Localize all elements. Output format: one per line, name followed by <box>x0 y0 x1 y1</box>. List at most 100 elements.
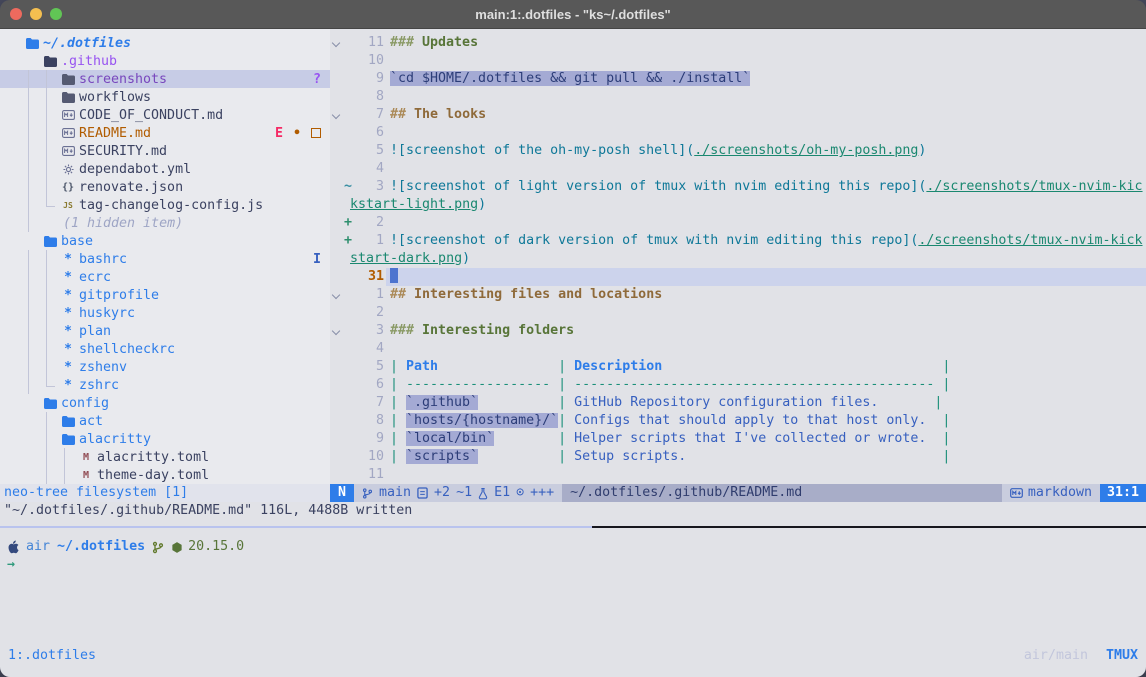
line-number: 11 <box>354 466 384 484</box>
editor-line[interactable]: 1## Interesting files and locations <box>330 286 1146 304</box>
editor-text: | ------------------ | -----------------… <box>386 376 1146 394</box>
indent-guide <box>24 358 42 376</box>
tree-item-alacritty-toml[interactable]: Malacritty.toml <box>0 448 330 466</box>
tree-item-readme-md[interactable]: README.mdE• <box>0 124 330 142</box>
shell-pane[interactable]: air ~/.dotfiles 20.15.0 <box>0 528 1146 677</box>
tree-item-shellcheckrc[interactable]: *shellcheckrc <box>0 340 330 358</box>
editor-text: | `hosts/{hostname}/`| Configs that shou… <box>386 412 1146 430</box>
tree-item-config[interactable]: config <box>0 394 330 412</box>
indent-guide <box>42 196 60 214</box>
git-status-badges: I <box>313 252 321 267</box>
editor-line[interactable]: 6| ------------------ | ----------------… <box>330 376 1146 394</box>
terminal-content: ~/.dotfiles.githubscreenshots?workflowsC… <box>0 29 1146 677</box>
git-sign-column <box>344 448 354 466</box>
editor-line[interactable]: kstart-light.png) <box>330 196 1146 214</box>
tree-item-workflows[interactable]: workflows <box>0 88 330 106</box>
tree-item--github[interactable]: .github <box>0 52 330 70</box>
fold-chevron-icon[interactable] <box>330 286 344 304</box>
line-number: 6 <box>354 124 384 142</box>
tree-item-label: dependabot.yml <box>79 162 191 177</box>
indent-guide <box>24 178 42 196</box>
indent-guide <box>42 70 60 88</box>
tree-item-base[interactable]: base <box>0 232 330 250</box>
tree-item--1-hidden-item-[interactable]: (1 hidden item) <box>0 214 330 232</box>
tree-item-label: ~/.dotfiles <box>43 36 131 51</box>
tree-item-dependabot-yml[interactable]: dependabot.yml <box>0 160 330 178</box>
indent-guide <box>24 232 42 250</box>
tree-item-code-of-conduct-md[interactable]: CODE_OF_CONDUCT.md <box>0 106 330 124</box>
markdown-icon <box>1010 488 1023 498</box>
tree-item-zshenv[interactable]: *zshenv <box>0 358 330 376</box>
indent-guide <box>42 268 60 286</box>
tree-item-huskyrc[interactable]: *huskyrc <box>0 304 330 322</box>
editor-line[interactable]: 5| Path | Description | <box>330 358 1146 376</box>
editor-line[interactable]: 4 <box>330 340 1146 358</box>
editor-line[interactable]: ~3![screenshot of light version of tmux … <box>330 178 1146 196</box>
indent-guide <box>24 304 42 322</box>
titlebar[interactable]: main:1:.dotfiles - "ks~/.dotfiles" <box>0 0 1146 29</box>
editor-line[interactable]: 8 <box>330 88 1146 106</box>
fold-chevron-icon[interactable] <box>330 34 344 52</box>
vim-statusline: N main +2 ~1 <box>330 484 1146 502</box>
tree-item-theme-day-toml[interactable]: Mtheme-day.toml <box>0 466 330 484</box>
tree-item-label: shellcheckrc <box>79 342 175 357</box>
tree-item-alacritty[interactable]: alacritty <box>0 430 330 448</box>
editor-line[interactable]: start-dark.png) <box>330 250 1146 268</box>
statusline: neo-tree filesystem [1] N main <box>0 484 1146 502</box>
indent-guide <box>42 178 60 196</box>
diagnostics-count: E1 <box>494 484 510 502</box>
editor-line[interactable]: 11### Updates <box>330 34 1146 52</box>
tree-item-label: alacritty <box>79 432 151 447</box>
tree-item-label: bashrc <box>79 252 127 267</box>
indent-guide <box>24 196 42 214</box>
editor-line[interactable]: 6 <box>330 124 1146 142</box>
git-sign-column <box>344 124 354 142</box>
editor-line[interactable]: 3### Interesting folders <box>330 322 1146 340</box>
tree-item-zshrc[interactable]: *zshrc <box>0 376 330 394</box>
git-sign-column <box>344 466 354 484</box>
editor-line[interactable]: 9| `local/bin` | Helper scripts that I'v… <box>330 430 1146 448</box>
fold-column <box>330 466 344 484</box>
editor-line[interactable]: 10| `scripts` | Setup scripts. | <box>330 448 1146 466</box>
fold-chevron-icon[interactable] <box>330 106 344 124</box>
tree-item-label: config <box>61 396 109 411</box>
editor-line[interactable]: 7| `.github` | GitHub Repository configu… <box>330 394 1146 412</box>
fold-chevron-icon[interactable] <box>330 322 344 340</box>
editor-line[interactable]: 4 <box>330 160 1146 178</box>
tree-item-bashrc[interactable]: *bashrcI <box>0 250 330 268</box>
git-sign-column <box>344 394 354 412</box>
tmux-window-item[interactable]: 1:.dotfiles <box>8 646 96 666</box>
tree-item-renovate-json[interactable]: {}renovate.json <box>0 178 330 196</box>
shell-input-line[interactable]: → <box>0 556 1146 574</box>
neo-tree-panel: ~/.dotfiles.githubscreenshots?workflowsC… <box>0 29 330 484</box>
editor-text <box>386 268 1146 286</box>
tree-item-plan[interactable]: *plan <box>0 322 330 340</box>
editor-line[interactable]: 10 <box>330 52 1146 70</box>
indent-guide <box>24 268 42 286</box>
tree-item--dotfiles[interactable]: ~/.dotfiles <box>0 34 330 52</box>
editor-line[interactable]: 7## The looks <box>330 106 1146 124</box>
tree-item-security-md[interactable]: SECURITY.md <box>0 142 330 160</box>
editor-line[interactable]: 5![screenshot of the oh-my-posh shell](.… <box>330 142 1146 160</box>
editor-line[interactable]: 8| `hosts/{hostname}/`| Configs that sho… <box>330 412 1146 430</box>
tree-item-ecrc[interactable]: *ecrc <box>0 268 330 286</box>
editor-text <box>386 340 1146 358</box>
mode-indicator: N <box>330 484 354 502</box>
editor-cursor-line[interactable]: 31 <box>330 268 1146 286</box>
filetype-segment: markdown <box>1002 484 1100 502</box>
tree-item-gitprofile[interactable]: *gitprofile <box>0 286 330 304</box>
close-button[interactable] <box>10 8 22 20</box>
zoom-button[interactable] <box>50 8 62 20</box>
tree-item-act[interactable]: act <box>0 412 330 430</box>
tree-item-tag-changelog-config-js[interactable]: JStag-changelog-config.js <box>0 196 330 214</box>
editor-line[interactable]: +2 <box>330 214 1146 232</box>
node-hexagon-icon <box>171 541 183 554</box>
editor-line[interactable]: 9`cd $HOME/.dotfiles && git pull && ./in… <box>330 70 1146 88</box>
editor-line[interactable]: 11 <box>330 466 1146 484</box>
tree-item-screenshots[interactable]: screenshots? <box>0 70 330 88</box>
indent-guide <box>42 376 60 394</box>
editor-line[interactable]: 2 <box>330 304 1146 322</box>
minimize-button[interactable] <box>30 8 42 20</box>
indent-guide <box>42 88 60 106</box>
editor-line[interactable]: +1![screenshot of dark version of tmux w… <box>330 232 1146 250</box>
